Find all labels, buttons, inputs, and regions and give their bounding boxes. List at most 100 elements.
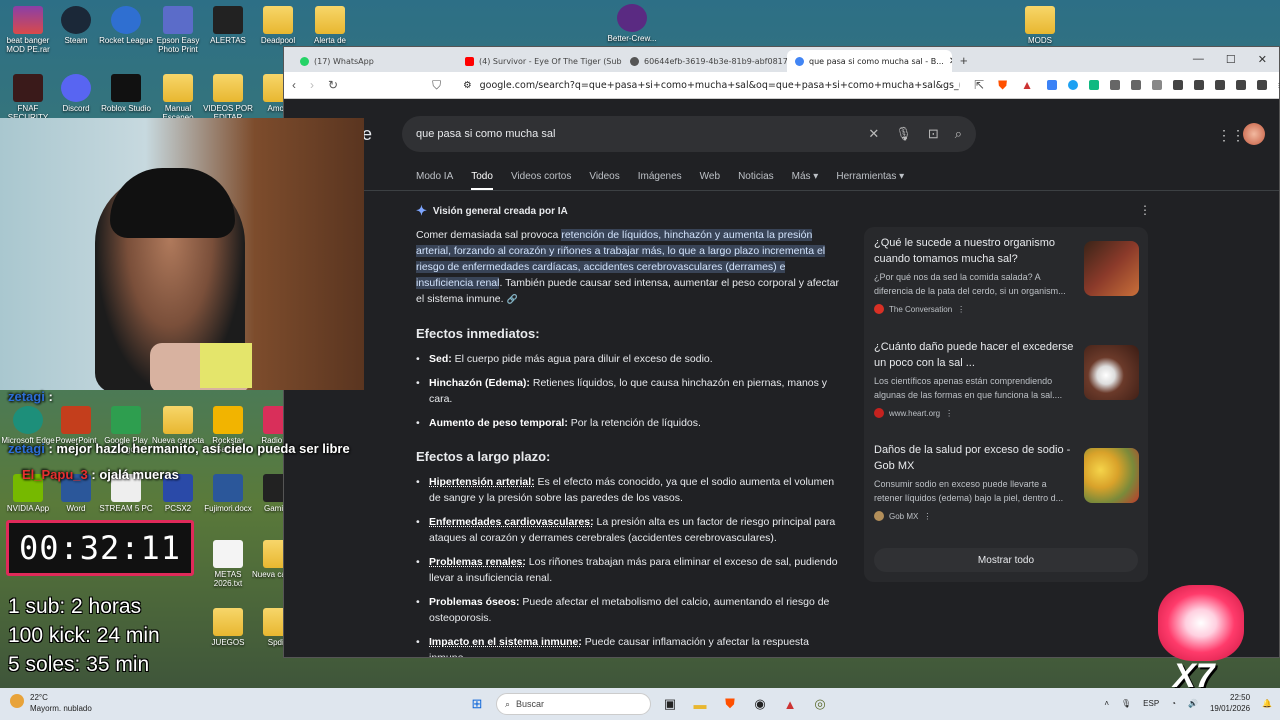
tab-imagenes[interactable]: Imágenes: [638, 171, 682, 191]
language-indicator[interactable]: ESP: [1143, 699, 1159, 708]
back-icon[interactable]: ‹: [292, 78, 296, 92]
tab-modo-ia[interactable]: Modo IA: [416, 171, 453, 191]
tab-whatsapp[interactable]: (17) WhatsApp: [292, 50, 457, 72]
tab-bar: (17) WhatsApp (4) Survivor - Eye Of The …: [284, 47, 1279, 72]
extension-icon[interactable]: [1257, 80, 1268, 90]
brave-icon[interactable]: ⛊: [719, 693, 741, 715]
source-favicon: [874, 408, 884, 418]
desktop-icon-nueva-carpeta[interactable]: Nueva carpeta: [150, 406, 206, 445]
tab-web[interactable]: Web: [700, 171, 720, 191]
rewards-icon[interactable]: ▲: [779, 693, 801, 715]
desktop-icon-alertas[interactable]: ALERTAS: [200, 6, 256, 45]
app-icon[interactable]: ◎: [809, 693, 831, 715]
list-item: Aumento de peso temporal: Por la retenci…: [416, 415, 841, 431]
avatar[interactable]: [1243, 123, 1265, 145]
extension-icon[interactable]: [1215, 80, 1226, 90]
extension-icon[interactable]: [1173, 80, 1184, 90]
whatsapp-icon: [300, 56, 309, 66]
link-icon[interactable]: 🔗: [506, 294, 517, 304]
desktop-icon-deadpool[interactable]: Deadpool: [250, 6, 306, 45]
browser-toolbar: ‹ › ↻ ⛉ ⚙ google.com/search?q=que+pasa+si…: [284, 72, 1280, 99]
weather-widget[interactable]: 22°C Mayorm. nublado: [10, 692, 92, 714]
close-window-icon[interactable]: ✕: [1258, 53, 1267, 66]
desktop-icon-fujimori[interactable]: Fujimori.docx: [200, 474, 256, 513]
bookmark-icon[interactable]: ⛉: [432, 78, 441, 93]
streamer-hair: [110, 168, 235, 238]
youtube-icon: [465, 56, 474, 66]
desktop-icon-epson[interactable]: Epson Easy Photo Print: [150, 6, 206, 54]
chevron-up-icon[interactable]: ˄: [1104, 699, 1109, 708]
new-tab-button[interactable]: +: [960, 53, 968, 68]
tab-noticias[interactable]: Noticias: [738, 171, 774, 191]
microphone-icon[interactable]: 🎙: [1121, 699, 1131, 708]
list-item: Impacto en el sistema inmune: Puede caus…: [416, 634, 841, 657]
tab-todo[interactable]: Todo: [471, 171, 493, 191]
more-options-icon[interactable]: ⋮: [945, 409, 953, 418]
desktop-icon-rocket-league[interactable]: Rocket League: [98, 6, 154, 45]
desktop-icon-alerta[interactable]: Alerta de: [302, 6, 358, 45]
extension-icon[interactable]: [1110, 80, 1121, 90]
volume-icon[interactable]: 🔊: [1188, 699, 1198, 708]
tab-youtube[interactable]: (4) Survivor - Eye Of The Tiger (Sub...: [457, 50, 622, 72]
search-input[interactable]: que pasa si como mucha sal ✕ 🎙 ⊡ ⌕: [402, 116, 976, 152]
chat-message: El_Papu_3 : ojalá mueras: [22, 467, 179, 482]
minimize-icon[interactable]: —: [1193, 53, 1204, 66]
taskbar-search[interactable]: ⌕ Buscar: [496, 693, 651, 715]
extension-icon[interactable]: [1152, 80, 1163, 90]
search-icon[interactable]: ⌕: [955, 126, 962, 142]
address-bar[interactable]: ⚙ google.com/search?q=que+pasa+si+como+mu…: [455, 75, 960, 95]
show-all-button[interactable]: Mostrar todo: [874, 548, 1138, 572]
reload-icon[interactable]: ↻: [328, 78, 338, 92]
desktop-icon-discord[interactable]: Discord: [48, 74, 104, 113]
brave-shield-icon[interactable]: ⛊: [998, 78, 1007, 93]
extension-icon[interactable]: [1068, 80, 1079, 90]
extension-icon[interactable]: [1236, 80, 1247, 90]
rewards-icon[interactable]: ▲: [1021, 78, 1033, 92]
extension-icon[interactable]: [1089, 80, 1100, 90]
extension-icon[interactable]: [1131, 80, 1142, 90]
start-icon[interactable]: ⊞: [466, 693, 488, 715]
file-explorer-icon[interactable]: ▬: [689, 693, 711, 715]
tab-mas[interactable]: Más ▾: [792, 171, 819, 191]
share-icon[interactable]: ⇱: [974, 78, 984, 92]
tab-videos[interactable]: Videos: [589, 171, 619, 191]
desktop-icon-videos[interactable]: VIDEOS POR EDITAR: [200, 74, 256, 122]
close-tab-icon[interactable]: ✕: [949, 56, 952, 67]
forward-icon[interactable]: ›: [310, 78, 314, 92]
tab-uuid[interactable]: 60644efb-3619-4b3e-81b9-abf0817...: [622, 50, 787, 72]
tab-videos-cortos[interactable]: Videos cortos: [511, 171, 571, 191]
desktop-icon-roblox[interactable]: Roblox Studio: [98, 74, 154, 113]
maximize-icon[interactable]: ☐: [1226, 53, 1236, 66]
desktop-icon-manual[interactable]: Manual Escaneo: [150, 74, 206, 122]
heart-icon: [1158, 585, 1244, 661]
obs-icon[interactable]: ◉: [749, 693, 771, 715]
extension-icon[interactable]: [1047, 80, 1058, 90]
tab-herramientas[interactable]: Herramientas ▾: [836, 171, 904, 191]
desktop-icon-steam[interactable]: Steam: [48, 6, 104, 45]
source-card[interactable]: Daños de la salud por exceso de sodio - …: [874, 442, 1139, 521]
lens-icon[interactable]: ⊡: [928, 126, 939, 142]
divider: [364, 190, 1279, 191]
more-options-icon[interactable]: ⋮: [923, 512, 931, 521]
desktop-icon-juegos[interactable]: JUEGOS: [200, 608, 256, 647]
desktop-icon-powerpoint[interactable]: PowerPoint: [48, 406, 104, 445]
weather-icon: [10, 694, 24, 708]
tab-google-search[interactable]: que pasa si como mucha sal - B...✕: [787, 50, 952, 72]
wifi-icon[interactable]: ◔: [1171, 699, 1176, 708]
clear-icon[interactable]: ✕: [868, 126, 879, 142]
extension-icon[interactable]: [1194, 80, 1205, 90]
source-card[interactable]: ¿Qué le sucede a nuestro organismo cuand…: [874, 235, 1139, 314]
search-icon: ⌕: [505, 698, 511, 709]
desktop-icon-better-crew[interactable]: Better-Crew...: [604, 4, 660, 43]
notification-icon[interactable]: 🔔: [1262, 699, 1272, 708]
desktop-icon-metas[interactable]: METAS 2026.txt: [200, 540, 256, 588]
more-options-icon[interactable]: ⋮: [957, 305, 965, 314]
source-card[interactable]: ¿Cuánto daño puede hacer el excederse un…: [874, 339, 1139, 418]
more-options-icon[interactable]: ⋮: [1139, 203, 1151, 217]
desktop-icon-mods[interactable]: MODS: [1012, 6, 1068, 45]
microphone-icon[interactable]: 🎙: [895, 126, 912, 142]
task-view-icon[interactable]: ▣: [659, 693, 681, 715]
clock[interactable]: 22:50 19/01/2026: [1210, 692, 1250, 714]
sources-panel: ¿Qué le sucede a nuestro organismo cuand…: [864, 227, 1148, 582]
section-title-immediate: Efectos inmediatos:: [416, 326, 540, 341]
